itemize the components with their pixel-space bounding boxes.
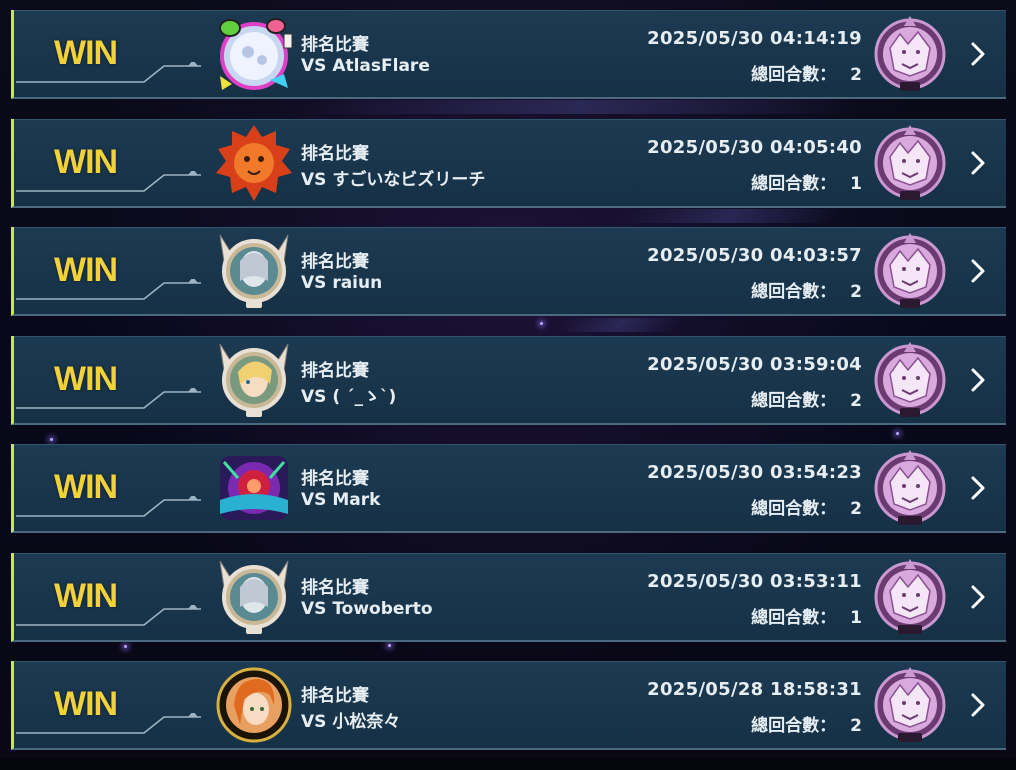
decor-line-icon — [16, 279, 201, 300]
match-mode: 排名比賽 — [301, 686, 369, 706]
match-history-row[interactable]: WIN 排名比賽 VS AtlasFlare 2025/05/30 04:14:… — [11, 10, 1006, 99]
match-datetime: 2025/05/30 03:53:11 — [647, 570, 862, 592]
total-rounds-value: 2 — [850, 65, 862, 85]
match-history-row[interactable]: WIN 排名比賽 VS ( ´_ゝ`) 2025/05/30 03:59:04 … — [11, 335, 1006, 425]
total-rounds: 總回合數： 2 — [751, 386, 862, 411]
total-rounds-value: 2 — [850, 390, 862, 411]
chevron-right-icon[interactable] — [968, 362, 988, 398]
decor-line-icon — [16, 496, 201, 517]
rank-badge-wolf-icon — [874, 558, 946, 634]
total-rounds: 總回合數： 2 — [751, 711, 862, 736]
orange-hair-girl-avatar-icon[interactable] — [214, 665, 294, 745]
total-rounds-value: 2 — [850, 499, 862, 519]
cosmic-card-avatar-icon[interactable] — [214, 448, 294, 528]
decor-line-icon — [16, 170, 201, 192]
total-rounds: 總回合數： 2 — [751, 60, 862, 85]
decor-line-icon — [16, 713, 201, 734]
decor-line-icon — [16, 62, 201, 83]
rank-badge-wolf-icon — [874, 233, 946, 308]
silver-hair-character-avatar-icon[interactable] — [214, 231, 294, 311]
total-rounds-label: 總回合數： — [751, 173, 837, 194]
match-datetime: 2025/05/30 04:14:19 — [647, 28, 862, 49]
total-rounds: 總回合數： 1 — [751, 603, 862, 628]
match-datetime: 2025/05/30 03:59:04 — [647, 353, 862, 375]
opponent-name: VS 小松奈々 — [301, 712, 401, 732]
match-history-list: WIN 排名比賽 VS AtlasFlare 2025/05/30 04:14:… — [11, 10, 1006, 770]
total-rounds-label: 總回合數： — [751, 607, 837, 628]
decor-line-icon — [16, 387, 201, 409]
chevron-right-icon[interactable] — [968, 470, 988, 506]
match-history-row[interactable]: WIN 排名比賽 VS Towoberto 2025/05/30 03:53:1… — [11, 552, 1006, 642]
chevron-right-icon[interactable] — [968, 145, 988, 181]
total-rounds: 總回合數： 2 — [751, 494, 862, 519]
total-rounds: 總回合數： 1 — [751, 169, 862, 194]
match-mode: 排名比賽 — [301, 143, 369, 164]
blonde-character-avatar-icon[interactable] — [214, 340, 294, 420]
opponent-name: VS ( ´_ゝ`) — [301, 386, 397, 407]
chevron-right-icon[interactable] — [968, 687, 988, 723]
opponent-name: VS Towoberto — [301, 598, 433, 619]
total-rounds-value: 1 — [850, 173, 862, 194]
decor-line-icon — [16, 604, 201, 626]
rank-badge-wolf-icon — [874, 341, 946, 417]
total-rounds-value: 2 — [850, 716, 862, 736]
rank-badge-wolf-icon — [874, 16, 946, 91]
silver-hair-character-avatar-icon[interactable] — [214, 557, 294, 637]
total-rounds-label: 總回合數： — [751, 499, 837, 519]
match-mode: 排名比賽 — [301, 360, 369, 381]
match-history-row[interactable]: WIN 排名比賽 VS raiun 2025/05/30 04:03:57 總回… — [11, 227, 1006, 316]
match-mode: 排名比賽 — [301, 35, 369, 55]
rank-badge-wolf-icon — [874, 667, 946, 742]
chevron-right-icon[interactable] — [968, 36, 988, 72]
match-datetime: 2025/05/30 04:05:40 — [647, 136, 862, 158]
opponent-name: VS Mark — [301, 490, 381, 510]
total-rounds-label: 總回合數： — [751, 390, 837, 411]
opponent-name: VS すごいなビズリーチ — [301, 169, 486, 190]
opponent-name: VS AtlasFlare — [301, 56, 430, 76]
match-mode: 排名比賽 — [301, 577, 369, 598]
total-rounds-label: 總回合數： — [751, 716, 837, 736]
total-rounds-value: 1 — [850, 607, 862, 628]
party-sunglasses-avatar-icon[interactable] — [214, 14, 294, 94]
match-datetime: 2025/05/30 04:03:57 — [647, 245, 862, 266]
match-datetime: 2025/05/30 03:54:23 — [647, 462, 862, 483]
rank-badge-wolf-icon — [874, 124, 946, 200]
total-rounds-value: 2 — [850, 282, 862, 302]
lion-flower-avatar-icon[interactable] — [214, 123, 294, 203]
match-history-row[interactable]: WIN 排名比賽 VS すごいなビズリーチ 2025/05/30 04:05:4… — [11, 118, 1006, 208]
match-history-row[interactable]: WIN 排名比賽 VS 小松奈々 2025/05/28 18:58:31 總回合… — [11, 661, 1006, 750]
total-rounds-label: 總回合數： — [751, 282, 837, 302]
match-history-row[interactable]: WIN 排名比賽 VS Mark 2025/05/30 03:54:23 總回合… — [11, 444, 1006, 533]
chevron-right-icon[interactable] — [968, 253, 988, 289]
opponent-name: VS raiun — [301, 273, 383, 293]
chevron-right-icon[interactable] — [968, 579, 988, 615]
rank-badge-wolf-icon — [874, 450, 946, 525]
total-rounds: 總回合數： 2 — [751, 277, 862, 302]
total-rounds-label: 總回合數： — [751, 65, 837, 85]
match-mode: 排名比賽 — [301, 252, 369, 272]
match-mode: 排名比賽 — [301, 469, 369, 489]
match-datetime: 2025/05/28 18:58:31 — [647, 679, 862, 700]
